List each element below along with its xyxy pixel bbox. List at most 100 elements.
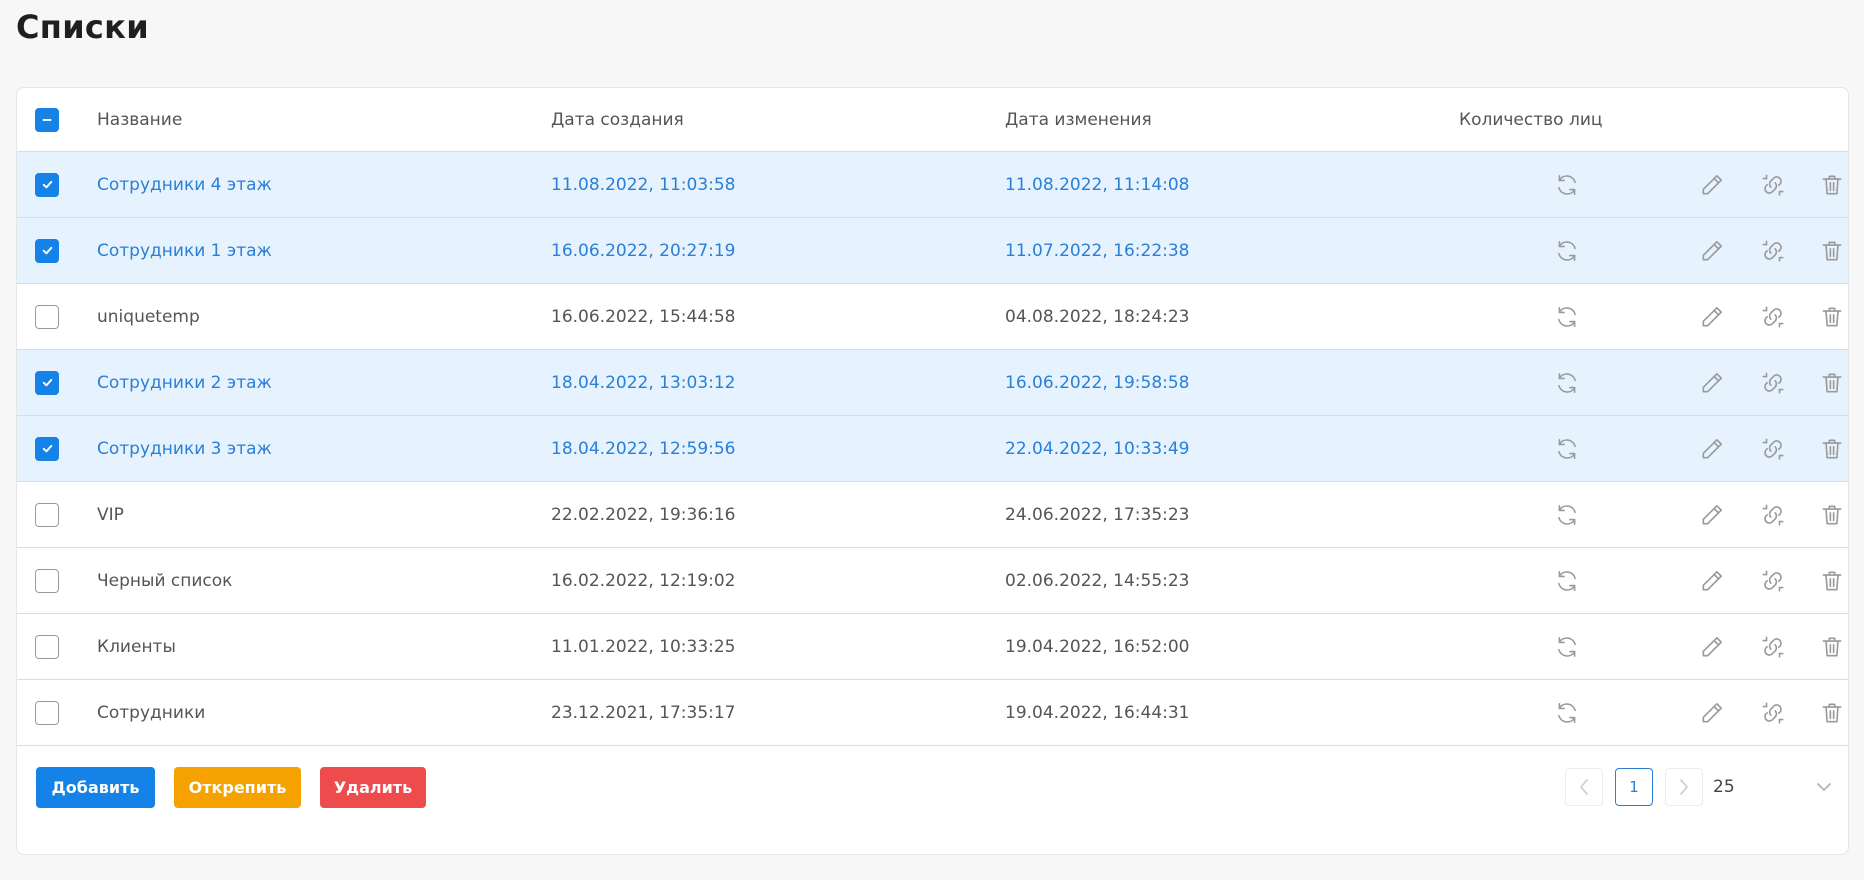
table-row[interactable]: uniquetemp 16.06.2022, 15:44:58 04.08.2022… xyxy=(17,284,1848,350)
unlink-button[interactable] xyxy=(1758,152,1788,217)
table-row[interactable]: Сотрудники 1 этаж 16.06.2022, 20:27:19 11.… xyxy=(17,218,1848,284)
unlink-button[interactable] xyxy=(1758,680,1788,745)
unlink-button[interactable] xyxy=(1758,284,1788,349)
delete-row-button[interactable] xyxy=(1817,284,1847,349)
row-name[interactable]: Клиенты xyxy=(97,614,176,679)
unlink-button[interactable] xyxy=(1758,548,1788,613)
check-icon xyxy=(42,246,52,255)
unlink-icon xyxy=(1760,304,1786,330)
row-created: 18.04.2022, 13:03:12 xyxy=(551,372,736,393)
refresh-count-button[interactable] xyxy=(1552,350,1582,415)
table-row[interactable]: Черный список 16.02.2022, 12:19:02 02.06.2… xyxy=(17,548,1848,614)
unlink-button[interactable] xyxy=(1758,482,1788,547)
row-name[interactable]: Сотрудники 2 этаж xyxy=(97,350,272,415)
row-checkbox[interactable] xyxy=(35,238,59,263)
unlink-button[interactable] xyxy=(1758,614,1788,679)
unlink-icon xyxy=(1760,436,1786,462)
check-icon xyxy=(42,378,52,387)
row-checkbox[interactable] xyxy=(35,172,59,197)
refresh-count-button[interactable] xyxy=(1552,680,1582,745)
delete-button[interactable]: Удалить xyxy=(320,767,426,808)
row-checkbox[interactable] xyxy=(35,502,59,527)
table-row[interactable]: Сотрудники 4 этаж 11.08.2022, 11:03:58 11.… xyxy=(17,152,1848,218)
row-checkbox-cell xyxy=(35,548,61,613)
row-name[interactable]: Сотрудники 3 этаж xyxy=(97,416,272,481)
delete-row-button[interactable] xyxy=(1817,614,1847,679)
table-footer: Добавить Открепить Удалить 1 25 xyxy=(17,749,1848,854)
refresh-count-button[interactable] xyxy=(1552,284,1582,349)
refresh-count-button[interactable] xyxy=(1552,482,1582,547)
page-size-select[interactable]: 25 xyxy=(1713,768,1833,806)
refresh-icon xyxy=(1554,634,1580,660)
row-checkbox[interactable] xyxy=(35,634,59,659)
row-checkbox[interactable] xyxy=(35,436,59,461)
page-number-button[interactable]: 1 xyxy=(1615,768,1653,806)
row-name[interactable]: Черный список xyxy=(97,548,232,613)
row-name[interactable]: Сотрудники 4 этаж xyxy=(97,152,272,217)
chevron-left-icon xyxy=(1580,779,1588,795)
edit-button[interactable] xyxy=(1697,548,1727,613)
delete-row-button[interactable] xyxy=(1817,350,1847,415)
edit-button[interactable] xyxy=(1697,152,1727,217)
table-row[interactable]: Сотрудники 23.12.2021, 17:35:17 19.04.2022… xyxy=(17,680,1848,746)
unlink-icon xyxy=(1760,370,1786,396)
row-name[interactable]: Сотрудники 1 этаж xyxy=(97,218,272,283)
select-all-checkbox[interactable] xyxy=(35,107,59,132)
table-row[interactable]: Клиенты 11.01.2022, 10:33:25 19.04.2022, 1… xyxy=(17,614,1848,680)
refresh-count-button[interactable] xyxy=(1552,548,1582,613)
table-row[interactable]: VIP 22.02.2022, 19:36:16 24.06.2022, 17:35… xyxy=(17,482,1848,548)
refresh-icon xyxy=(1554,370,1580,396)
unlink-button[interactable] xyxy=(1758,350,1788,415)
row-checkbox[interactable] xyxy=(35,370,59,395)
next-page-button[interactable] xyxy=(1665,768,1703,806)
delete-row-button[interactable] xyxy=(1817,416,1847,481)
row-created: 11.08.2022, 11:03:58 xyxy=(551,174,736,195)
column-header-created[interactable]: Дата создания xyxy=(551,88,684,151)
delete-row-button[interactable] xyxy=(1817,218,1847,283)
unpin-button[interactable]: Открепить xyxy=(174,767,301,808)
row-checkbox-cell xyxy=(35,680,61,745)
table-row[interactable]: Сотрудники 2 этаж 18.04.2022, 13:03:12 16.… xyxy=(17,350,1848,416)
refresh-icon xyxy=(1554,568,1580,594)
refresh-count-button[interactable] xyxy=(1552,614,1582,679)
edit-button[interactable] xyxy=(1697,350,1727,415)
row-checkbox[interactable] xyxy=(35,568,59,593)
trash-icon xyxy=(1819,238,1845,264)
chevron-down-icon xyxy=(1817,783,1831,791)
row-modified: 19.04.2022, 16:52:00 xyxy=(1005,636,1190,657)
refresh-count-button[interactable] xyxy=(1552,218,1582,283)
unlink-button[interactable] xyxy=(1758,416,1788,481)
row-name[interactable]: VIP xyxy=(97,482,124,547)
edit-button[interactable] xyxy=(1697,416,1727,481)
page-size-value: 25 xyxy=(1713,777,1735,797)
add-button[interactable]: Добавить xyxy=(36,767,155,808)
row-checkbox[interactable] xyxy=(35,700,59,725)
row-modified: 24.06.2022, 17:35:23 xyxy=(1005,504,1190,525)
refresh-icon xyxy=(1554,502,1580,528)
unlink-icon xyxy=(1760,568,1786,594)
unlink-button[interactable] xyxy=(1758,218,1788,283)
pencil-icon xyxy=(1699,370,1725,396)
row-created: 16.06.2022, 15:44:58 xyxy=(551,306,736,327)
delete-row-button[interactable] xyxy=(1817,482,1847,547)
edit-button[interactable] xyxy=(1697,218,1727,283)
row-name[interactable]: Сотрудники xyxy=(97,680,205,745)
row-checkbox[interactable] xyxy=(35,304,59,329)
delete-row-button[interactable] xyxy=(1817,152,1847,217)
edit-button[interactable] xyxy=(1697,680,1727,745)
row-name[interactable]: uniquetemp xyxy=(97,284,200,349)
delete-row-button[interactable] xyxy=(1817,548,1847,613)
refresh-count-button[interactable] xyxy=(1552,416,1582,481)
prev-page-button[interactable] xyxy=(1565,768,1603,806)
edit-button[interactable] xyxy=(1697,284,1727,349)
edit-button[interactable] xyxy=(1697,614,1727,679)
row-checkbox-cell xyxy=(35,284,61,349)
column-header-count[interactable]: Количество лиц xyxy=(1459,88,1602,151)
edit-button[interactable] xyxy=(1697,482,1727,547)
refresh-count-button[interactable] xyxy=(1552,152,1582,217)
column-header-modified[interactable]: Дата изменения xyxy=(1005,88,1152,151)
column-header-name[interactable]: Название xyxy=(97,88,182,151)
table-row[interactable]: Сотрудники 3 этаж 18.04.2022, 12:59:56 22.… xyxy=(17,416,1848,482)
unlink-icon xyxy=(1760,238,1786,264)
delete-row-button[interactable] xyxy=(1817,680,1847,745)
